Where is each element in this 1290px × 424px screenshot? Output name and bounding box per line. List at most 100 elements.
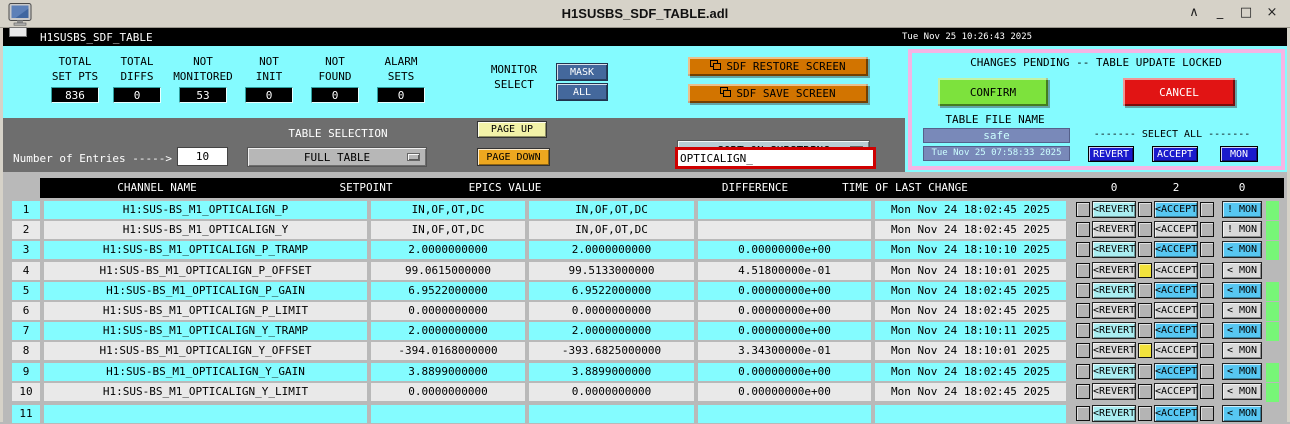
row-accept-button[interactable]: <ACCEPT xyxy=(1154,201,1198,218)
row-revert-button[interactable]: <REVERT xyxy=(1092,241,1136,258)
mon-checkbox[interactable] xyxy=(1200,222,1214,237)
screen-name: H1SUSBS_SDF_TABLE xyxy=(40,31,153,44)
row-revert-button[interactable]: <REVERT xyxy=(1092,363,1136,380)
revert-checkbox[interactable] xyxy=(1076,263,1090,278)
row-accept-button[interactable]: <ACCEPT xyxy=(1154,322,1198,339)
revert-checkbox[interactable] xyxy=(1076,303,1090,318)
channel-name-cell: H1:SUS-BS_M1_OPTICALIGN_Y_GAIN xyxy=(44,363,367,381)
mon-checkbox[interactable] xyxy=(1200,323,1214,338)
mon-checkbox[interactable] xyxy=(1200,406,1214,421)
revert-checkbox[interactable] xyxy=(1076,364,1090,379)
table-row: 2H1:SUS-BS_M1_OPTICALIGN_YIN,OF,OT,DCIN,… xyxy=(0,221,1290,240)
row-mon-button[interactable]: < MON xyxy=(1222,322,1262,339)
row-revert-button[interactable]: <REVERT xyxy=(1092,383,1136,400)
row-mon-button[interactable]: < MON xyxy=(1222,342,1262,359)
row-mon-button[interactable]: < MON xyxy=(1222,383,1262,400)
revert-checkbox[interactable] xyxy=(1076,323,1090,338)
confirm-button[interactable]: CONFIRM xyxy=(938,78,1048,106)
maximize-button[interactable]: □ xyxy=(1238,5,1254,21)
revert-checkbox[interactable] xyxy=(1076,242,1090,257)
difference-cell: 0.00000000e+00 xyxy=(698,241,871,259)
row-accept-button[interactable]: <ACCEPT xyxy=(1154,282,1198,299)
table-selection-dropdown[interactable]: FULL TABLE xyxy=(247,147,427,167)
row-revert-button[interactable]: <REVERT xyxy=(1092,302,1136,319)
accept-checkbox[interactable] xyxy=(1138,406,1152,421)
row-accept-button[interactable]: <ACCEPT xyxy=(1154,302,1198,319)
accept-checkbox[interactable] xyxy=(1138,384,1152,399)
row-mon-button[interactable]: ! MON xyxy=(1222,201,1262,218)
row-mon-button[interactable]: < MON xyxy=(1222,405,1262,422)
revert-checkbox[interactable] xyxy=(1076,384,1090,399)
accept-checkbox[interactable] xyxy=(1138,283,1152,298)
row-mon-button[interactable]: < MON xyxy=(1222,302,1262,319)
revert-checkbox[interactable] xyxy=(1076,222,1090,237)
mon-checkbox[interactable] xyxy=(1200,343,1214,358)
epics-value-cell: 0.0000000000 xyxy=(529,383,694,401)
row-revert-button[interactable]: <REVERT xyxy=(1092,262,1136,279)
epics-value-cell: IN,OF,OT,DC xyxy=(529,201,694,219)
mon-checkbox[interactable] xyxy=(1200,364,1214,379)
row-accept-button[interactable]: <ACCEPT xyxy=(1154,221,1198,238)
row-accept-button[interactable]: <ACCEPT xyxy=(1154,363,1198,380)
mon-checkbox[interactable] xyxy=(1200,242,1214,257)
row-mon-button[interactable]: < MON xyxy=(1222,262,1262,279)
row-accept-button[interactable]: <ACCEPT xyxy=(1154,262,1198,279)
revert-checkbox[interactable] xyxy=(1076,202,1090,217)
select-all-mon-button[interactable]: MON xyxy=(1220,146,1258,162)
time-cell: Mon Nov 24 18:02:45 2025 xyxy=(875,282,1066,300)
row-accept-button[interactable]: <ACCEPT xyxy=(1154,241,1198,258)
row-revert-button[interactable]: <REVERT xyxy=(1092,201,1136,218)
accept-checkbox[interactable] xyxy=(1138,364,1152,379)
sdf-save-screen-button[interactable]: SDF SAVE SCREEN xyxy=(688,84,868,103)
row-number: 10 xyxy=(12,383,40,401)
row-mon-button[interactable]: < MON xyxy=(1222,241,1262,258)
mon-checkbox[interactable] xyxy=(1200,263,1214,278)
accept-checkbox[interactable] xyxy=(1138,263,1152,278)
setpoint-cell: 2.0000000000 xyxy=(371,322,525,340)
accept-checkbox[interactable] xyxy=(1138,303,1152,318)
difference-cell xyxy=(698,405,871,423)
substring-filter-input[interactable] xyxy=(675,147,876,169)
row-revert-button[interactable]: <REVERT xyxy=(1092,405,1136,422)
accept-checkbox[interactable] xyxy=(1138,343,1152,358)
mon-checkbox[interactable] xyxy=(1200,384,1214,399)
page-down-button[interactable]: PAGE DOWN xyxy=(477,148,550,166)
row-revert-button[interactable]: <REVERT xyxy=(1092,221,1136,238)
header-time-of-last-change: TIME OF LAST CHANGE xyxy=(825,178,985,198)
difference-cell: 0.00000000e+00 xyxy=(698,322,871,340)
revert-checkbox[interactable] xyxy=(1076,406,1090,421)
accept-checkbox[interactable] xyxy=(1138,202,1152,217)
number-of-entries-input[interactable] xyxy=(177,147,228,166)
cancel-button[interactable]: CANCEL xyxy=(1123,78,1235,106)
mon-checkbox[interactable] xyxy=(1200,283,1214,298)
row-revert-button[interactable]: <REVERT xyxy=(1092,342,1136,359)
mon-checkbox[interactable] xyxy=(1200,202,1214,217)
revert-checkbox[interactable] xyxy=(1076,283,1090,298)
revert-checkbox[interactable] xyxy=(1076,343,1090,358)
row-accept-button[interactable]: <ACCEPT xyxy=(1154,383,1198,400)
row-accept-button[interactable]: <ACCEPT xyxy=(1154,405,1198,422)
shade-button[interactable]: ∧ xyxy=(1186,5,1202,21)
row-mon-button[interactable]: ! MON xyxy=(1222,221,1262,238)
accept-checkbox[interactable] xyxy=(1138,323,1152,338)
accept-checkbox[interactable] xyxy=(1138,242,1152,257)
accept-checkbox[interactable] xyxy=(1138,222,1152,237)
close-button[interactable]: × xyxy=(1264,5,1280,21)
header-difference: DIFFERENCE xyxy=(675,178,835,198)
row-mon-button[interactable]: < MON xyxy=(1222,282,1262,299)
select-all-accept-button[interactable]: ACCEPT xyxy=(1152,146,1198,162)
monitor-mask-button[interactable]: MASK xyxy=(556,63,608,81)
row-revert-button[interactable]: <REVERT xyxy=(1092,322,1136,339)
minimize-button[interactable]: _ xyxy=(1212,5,1228,21)
page-up-button[interactable]: PAGE UP xyxy=(477,121,547,138)
select-all-revert-button[interactable]: REVERT xyxy=(1088,146,1134,162)
table-file-time-value: Tue Nov 25 07:58:33 2025 xyxy=(923,146,1070,161)
row-accept-button[interactable]: <ACCEPT xyxy=(1154,342,1198,359)
table-row: 9H1:SUS-BS_M1_OPTICALIGN_Y_GAIN3.8899000… xyxy=(0,363,1290,382)
row-mon-button[interactable]: < MON xyxy=(1222,363,1262,380)
stat-not-monitored-value: 53 xyxy=(179,87,227,103)
row-revert-button[interactable]: <REVERT xyxy=(1092,282,1136,299)
monitor-all-button[interactable]: ALL xyxy=(556,83,608,101)
mon-checkbox[interactable] xyxy=(1200,303,1214,318)
sdf-restore-screen-button[interactable]: SDF RESTORE SCREEN xyxy=(688,57,868,76)
